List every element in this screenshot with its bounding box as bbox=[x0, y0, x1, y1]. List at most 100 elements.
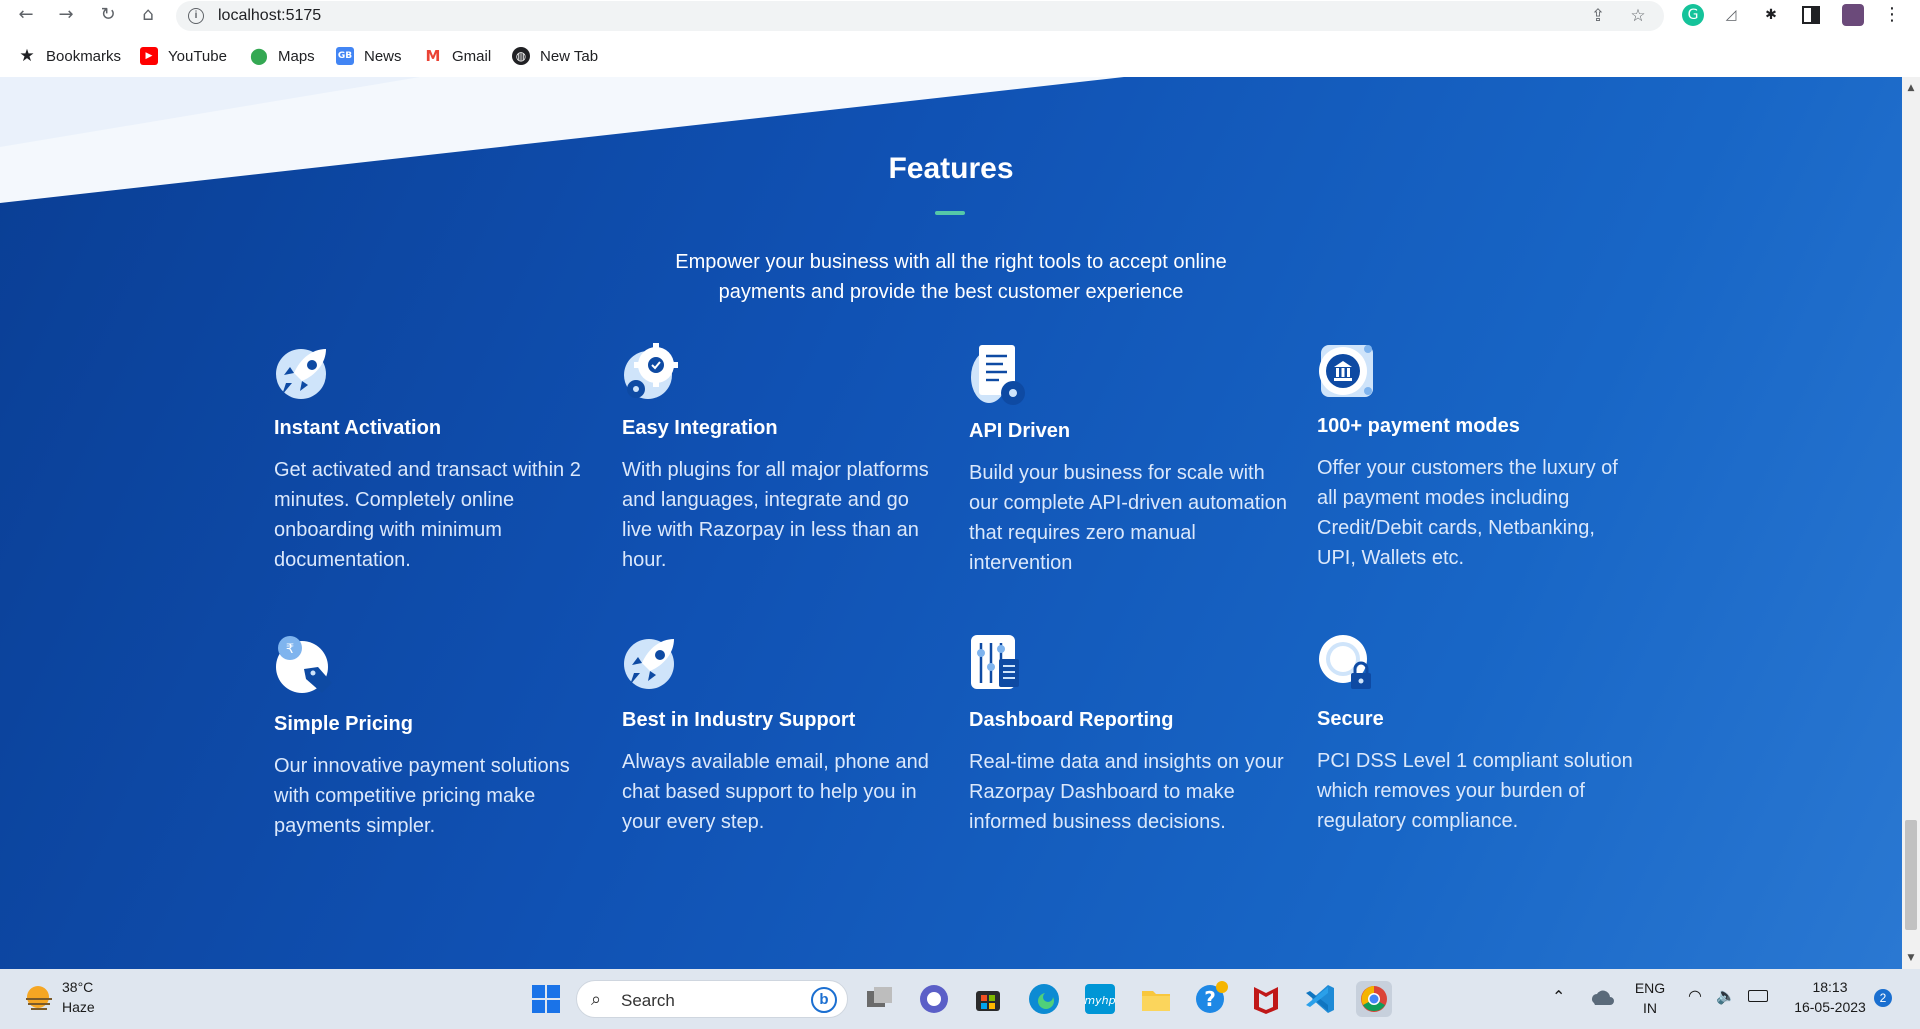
bing-icon[interactable]: b bbox=[811, 987, 837, 1013]
feature-title: API Driven bbox=[969, 420, 1071, 442]
feature-card-dashboard-reporting: Dashboard Reporting Real-time data and i… bbox=[969, 633, 1289, 833]
svg-text:₹: ₹ bbox=[286, 642, 294, 657]
feature-card-payment-modes: 100+ payment modes Offer your customers … bbox=[1317, 343, 1637, 569]
lock-icon bbox=[1317, 633, 1377, 693]
profile-avatar[interactable] bbox=[1842, 4, 1864, 26]
feature-card-api-driven: API Driven Build your business for scale… bbox=[969, 343, 1289, 574]
search-icon: ⌕ bbox=[591, 989, 602, 1010]
bookmark-item-gmail[interactable]: M Gmail bbox=[424, 45, 492, 67]
gear-check-icon bbox=[622, 343, 682, 403]
feature-description: Offer your customers the luxury of all p… bbox=[1317, 457, 1618, 569]
feature-card-instant-activation: Instant Activation Get activated and tra… bbox=[274, 343, 594, 571]
bookmark-label: Gmail bbox=[452, 47, 492, 65]
bookmark-label: YouTube bbox=[168, 47, 227, 65]
onedrive-icon[interactable] bbox=[1590, 987, 1614, 1009]
chat-icon[interactable] bbox=[916, 981, 952, 1017]
weather-temperature[interactable]: 38°C bbox=[62, 979, 93, 995]
battery-icon[interactable] bbox=[1748, 990, 1768, 1002]
feature-title: Simple Pricing bbox=[274, 713, 413, 735]
news-icon: GB bbox=[336, 47, 354, 65]
bookmark-star-icon[interactable]: ☆ bbox=[1628, 6, 1648, 26]
side-panel-icon[interactable] bbox=[1800, 4, 1822, 26]
feature-description: Our innovative payment solutions with co… bbox=[274, 755, 570, 837]
clock-time[interactable]: 18:13 bbox=[1790, 979, 1870, 995]
site-info-icon[interactable]: i bbox=[188, 8, 204, 24]
feature-description: Build your business for scale with our c… bbox=[969, 462, 1287, 574]
taskbar-search[interactable]: ⌕ Search b bbox=[576, 980, 848, 1018]
page-content: Features Empower your business with all … bbox=[0, 77, 1902, 969]
bookmark-label: News bbox=[364, 47, 402, 65]
star-icon: ★ bbox=[19, 46, 35, 66]
wifi-icon[interactable]: ◠ bbox=[1688, 986, 1702, 1005]
home-icon[interactable]: ⌂ bbox=[136, 3, 160, 27]
url-text[interactable]: localhost:5175 bbox=[218, 7, 321, 25]
bookmark-label: New Tab bbox=[540, 47, 599, 65]
bookmark-item-youtube[interactable]: ▶ YouTube bbox=[140, 45, 227, 67]
rocket-icon bbox=[622, 633, 682, 693]
bookmark-item-bookmarks[interactable]: ★ Bookmarks bbox=[18, 45, 121, 67]
feature-card-secure: Secure PCI DSS Level 1 compliant solutio… bbox=[1317, 633, 1637, 832]
grammarly-icon[interactable]: G bbox=[1682, 4, 1704, 26]
bookmark-item-new-tab[interactable]: ◍ New Tab bbox=[512, 45, 598, 67]
svg-text:?: ? bbox=[1204, 987, 1216, 1011]
notification-badge[interactable]: 2 bbox=[1874, 989, 1892, 1007]
forward-arrow-icon[interactable]: → bbox=[54, 3, 78, 27]
rocket-icon bbox=[274, 343, 334, 403]
windows-start-icon[interactable] bbox=[528, 981, 564, 1017]
share-icon[interactable]: ⇪ bbox=[1588, 6, 1608, 26]
dashboard-report-icon bbox=[969, 633, 1029, 693]
feature-description: With plugins for all major platforms and… bbox=[622, 459, 929, 571]
extensions-puzzle-icon[interactable]: ✱ bbox=[1760, 4, 1782, 26]
reload-icon[interactable]: ↻ bbox=[96, 3, 120, 27]
section-diagonal-divider bbox=[0, 77, 1124, 203]
windows-taskbar: 38°C Haze ⌕ Search b myhp ? ⌃ ENG IN ◠ 🔈… bbox=[0, 969, 1920, 1029]
feature-description: Real-time data and insights on your Razo… bbox=[969, 751, 1284, 833]
bank-icon bbox=[1317, 343, 1377, 403]
browser-toolbar: ← → ↻ ⌂ i localhost:5175 ⇪ ☆ G ◿ ✱ ⋮ bbox=[0, 0, 1920, 31]
price-tag-icon: ₹ bbox=[274, 635, 334, 695]
document-gear-icon bbox=[969, 343, 1029, 405]
analytics-extension-icon[interactable]: ◿ bbox=[1720, 4, 1742, 26]
feature-title: Easy Integration bbox=[622, 417, 778, 439]
feature-title: Secure bbox=[1317, 708, 1384, 730]
language-region[interactable]: IN bbox=[1632, 1000, 1668, 1016]
language-indicator[interactable]: ENG bbox=[1632, 980, 1668, 996]
bookmark-item-news[interactable]: GB News bbox=[336, 45, 402, 67]
chrome-icon[interactable] bbox=[1356, 981, 1392, 1017]
features-heading: Features bbox=[888, 152, 1014, 185]
vscode-icon[interactable] bbox=[1302, 981, 1338, 1017]
weather-sun-icon[interactable] bbox=[22, 983, 56, 1013]
youtube-icon: ▶ bbox=[140, 47, 158, 65]
volume-icon[interactable]: 🔈 bbox=[1716, 986, 1736, 1005]
menu-kebab-icon[interactable]: ⋮ bbox=[1880, 3, 1904, 27]
address-bar[interactable]: i localhost:5175 ⇪ ☆ bbox=[176, 1, 1664, 31]
feature-title: Dashboard Reporting bbox=[969, 709, 1174, 731]
task-view-icon[interactable] bbox=[862, 981, 898, 1017]
bookmarks-bar: ★ Bookmarks ▶ YouTube ⬤ Maps GB News M G… bbox=[0, 38, 1920, 72]
scrollbar-thumb[interactable] bbox=[1905, 820, 1917, 930]
gmail-icon: M bbox=[425, 47, 441, 65]
bookmark-label: Maps bbox=[278, 47, 315, 65]
weather-description[interactable]: Haze bbox=[62, 999, 95, 1015]
edge-icon[interactable] bbox=[1026, 981, 1062, 1017]
bookmark-label: Bookmarks bbox=[46, 47, 122, 65]
store-icon[interactable] bbox=[970, 981, 1006, 1017]
feature-description: PCI DSS Level 1 compliant solution which… bbox=[1317, 750, 1633, 832]
scroll-down-arrow-icon[interactable]: ▼ bbox=[1902, 950, 1920, 966]
clock-date[interactable]: 16-05-2023 bbox=[1784, 999, 1876, 1015]
search-placeholder: Search bbox=[621, 991, 675, 1010]
feature-title: 100+ payment modes bbox=[1317, 415, 1520, 437]
myhp-icon[interactable]: myhp bbox=[1082, 981, 1118, 1017]
svg-text:myhp: myhp bbox=[1084, 994, 1115, 1007]
feature-card-simple-pricing: ₹ Simple Pricing Our innovative payment … bbox=[274, 635, 594, 837]
back-arrow-icon[interactable]: ← bbox=[14, 3, 38, 27]
bookmark-item-maps[interactable]: ⬤ Maps bbox=[250, 45, 315, 67]
file-explorer-icon[interactable] bbox=[1138, 981, 1174, 1017]
show-hidden-icons-icon[interactable]: ⌃ bbox=[1552, 987, 1565, 1006]
feature-title: Instant Activation bbox=[274, 417, 442, 439]
feature-card-industry-support: Best in Industry Support Always availabl… bbox=[622, 633, 942, 833]
help-icon[interactable]: ? bbox=[1192, 981, 1228, 1017]
mcafee-icon[interactable] bbox=[1248, 981, 1284, 1017]
scroll-up-arrow-icon[interactable]: ▲ bbox=[1902, 80, 1920, 96]
feature-title: Best in Industry Support bbox=[622, 709, 856, 731]
